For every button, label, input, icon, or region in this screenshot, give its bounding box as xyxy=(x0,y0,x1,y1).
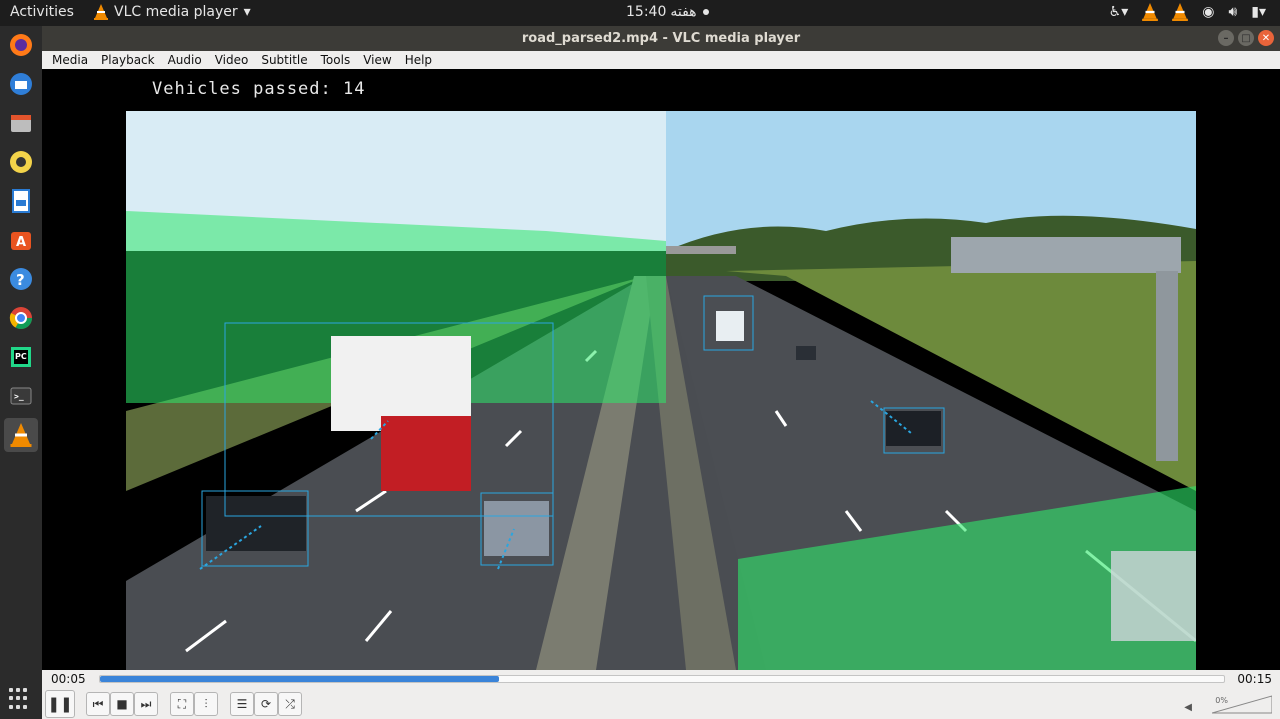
show-apps-icon[interactable] xyxy=(9,688,31,710)
seek-slider[interactable] xyxy=(99,675,1225,683)
chevron-down-icon: ▾ xyxy=(243,4,251,20)
previous-button[interactable]: ⏮ xyxy=(86,692,110,716)
clock[interactable]: 15:40 هفته xyxy=(626,4,709,20)
vlc-icon[interactable] xyxy=(4,418,38,452)
svg-text:A: A xyxy=(16,235,26,250)
accessibility-icon[interactable]: ♿▾ xyxy=(1109,4,1129,20)
video-area[interactable]: Vehicles passed: 14 xyxy=(42,69,1280,670)
extended-settings-icon: ⫶ xyxy=(204,696,208,711)
pause-button[interactable]: ❚❚ xyxy=(45,690,75,718)
playlist-icon: ☰ xyxy=(236,697,248,711)
pycharm-icon[interactable]: PC xyxy=(4,340,38,374)
loop-button[interactable]: ⟳ xyxy=(254,692,278,716)
menu-bar: Media Playback Audio Video Subtitle Tool… xyxy=(42,51,1280,69)
files-icon[interactable] xyxy=(4,106,38,140)
timeline-bar: 00:05 00:15 xyxy=(42,670,1280,688)
rhythmbox-icon[interactable] xyxy=(4,145,38,179)
dock: A ? PC >_ xyxy=(0,26,42,719)
menu-view[interactable]: View xyxy=(363,53,391,67)
volume-slider[interactable] xyxy=(1212,694,1272,714)
pause-icon: ❚❚ xyxy=(47,695,73,713)
fullscreen-icon: ⛶ xyxy=(177,696,187,711)
window-title: road_parsed2.mp4 - VLC media player xyxy=(521,31,801,46)
menu-audio[interactable]: Audio xyxy=(168,53,202,67)
menu-subtitle[interactable]: Subtitle xyxy=(261,53,307,67)
vehicle-counter-text: Vehicles passed: 14 xyxy=(152,79,366,99)
thunderbird-icon[interactable] xyxy=(4,67,38,101)
video-frame xyxy=(126,111,1196,670)
clock-time: 15:40 xyxy=(626,4,667,20)
menu-media[interactable]: Media xyxy=(52,53,88,67)
shuffle-icon: ⤮ xyxy=(285,696,295,711)
playback-controls: ❚❚ ⏮ ■ ⏭ ⛶ ⫶ ☰ ⟳ ⤮ ◀ 0% xyxy=(42,688,1280,719)
next-icon: ⏭ xyxy=(140,696,152,711)
software-center-icon[interactable]: A xyxy=(4,223,38,257)
activities-button[interactable]: Activities xyxy=(10,4,74,20)
seek-progress xyxy=(100,676,500,682)
fullscreen-button[interactable]: ⛶ xyxy=(170,692,194,716)
total-time: 00:15 xyxy=(1237,672,1272,686)
vlc-cone-icon xyxy=(94,4,108,20)
chrome-icon[interactable] xyxy=(4,301,38,335)
road-scene xyxy=(126,111,1196,670)
maximize-icon[interactable]: □ xyxy=(1238,30,1254,46)
battery-icon[interactable]: ▮▾ xyxy=(1251,4,1266,20)
minimize-icon[interactable]: – xyxy=(1218,30,1234,46)
terminal-icon[interactable]: >_ xyxy=(4,379,38,413)
writer-icon[interactable] xyxy=(4,184,38,218)
loop-icon: ⟳ xyxy=(260,697,272,711)
volume-icon[interactable]: 🔊︎ xyxy=(1228,4,1237,20)
svg-text:?: ? xyxy=(16,271,25,289)
shuffle-button[interactable]: ⤮ xyxy=(278,692,302,716)
system-tray: ♿▾ ◉ 🔊︎ ▮▾ xyxy=(1109,3,1266,21)
speaker-icon[interactable]: ◀ xyxy=(1184,702,1192,713)
svg-text:>_: >_ xyxy=(14,392,24,401)
app-menu-label: VLC media player xyxy=(114,4,238,20)
menu-help[interactable]: Help xyxy=(405,53,432,67)
extended-settings-button[interactable]: ⫶ xyxy=(194,692,218,716)
stop-button[interactable]: ■ xyxy=(110,692,134,716)
menu-tools[interactable]: Tools xyxy=(321,53,351,67)
firefox-icon[interactable] xyxy=(4,28,38,62)
wifi-icon[interactable]: ◉ xyxy=(1202,4,1214,20)
menu-playback[interactable]: Playback xyxy=(101,53,155,67)
window-titlebar[interactable]: road_parsed2.mp4 - VLC media player – □ … xyxy=(42,26,1280,51)
close-icon[interactable]: ✕ xyxy=(1258,30,1274,46)
app-menu[interactable]: VLC media player ▾ xyxy=(94,4,251,20)
window-controls: – □ ✕ xyxy=(1218,30,1274,46)
menu-video[interactable]: Video xyxy=(215,53,249,67)
playlist-button[interactable]: ☰ xyxy=(230,692,254,716)
notification-dot-icon xyxy=(702,9,709,15)
svg-text:PC: PC xyxy=(15,352,27,361)
help-icon[interactable]: ? xyxy=(4,262,38,296)
elapsed-time: 00:05 xyxy=(51,672,86,686)
vlc-tray-icon[interactable] xyxy=(1142,3,1159,21)
next-button[interactable]: ⏭ xyxy=(134,692,158,716)
system-top-bar: Activities VLC media player ▾ 15:40 هفته… xyxy=(0,0,1280,26)
vlc-tray-icon-2[interactable] xyxy=(1172,3,1189,21)
stop-icon: ■ xyxy=(116,697,128,711)
previous-icon: ⏮ xyxy=(92,696,104,711)
clock-day: هفته xyxy=(670,4,697,20)
